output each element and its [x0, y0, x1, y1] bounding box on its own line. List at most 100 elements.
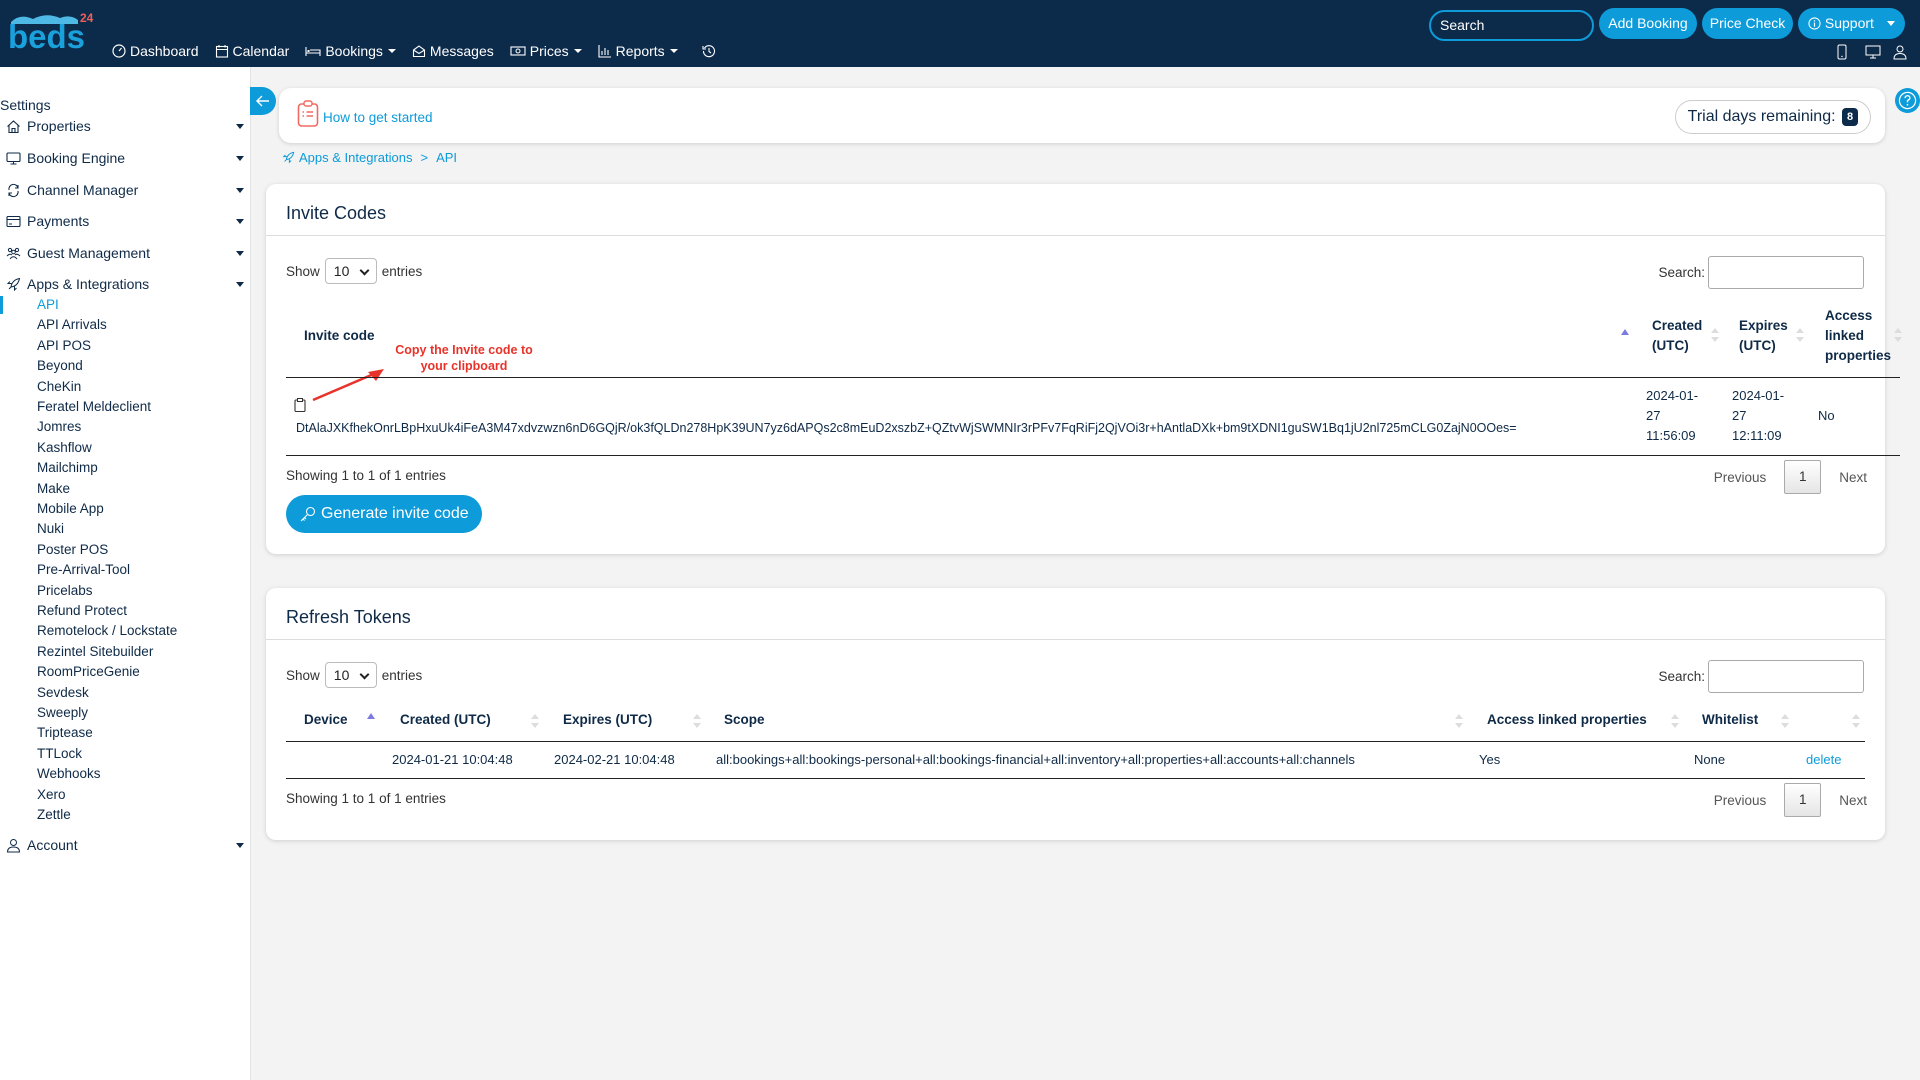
money-icon	[510, 46, 526, 56]
sort-icon[interactable]	[693, 714, 701, 728]
nav-reports[interactable]: Reports	[598, 43, 678, 59]
sort-asc-icon[interactable]	[1621, 329, 1629, 335]
sidebar-subitem-nuki[interactable]: Nuki	[37, 521, 64, 536]
sort-icon[interactable]	[1852, 714, 1860, 728]
card-icon	[6, 215, 21, 227]
sidebar-subitem-poster-pos[interactable]: Poster POS	[37, 542, 108, 557]
support-button[interactable]: Support	[1798, 8, 1905, 39]
col-created[interactable]: Created (UTC)	[1652, 316, 1708, 356]
prev-page-button[interactable]: Previous	[1714, 470, 1767, 485]
col-access-linked[interactable]: Access linked properties	[1487, 710, 1647, 730]
table-search: Search:	[1658, 256, 1864, 289]
nav-dashboard[interactable]: Dashboard	[112, 43, 199, 59]
col-invite-code[interactable]: Invite code	[304, 326, 375, 346]
sidebar-subitem-kashflow[interactable]: Kashflow	[37, 440, 92, 455]
tokens-search-input[interactable]	[1708, 660, 1864, 693]
add-booking-button[interactable]: Add Booking	[1599, 8, 1697, 39]
sort-icon[interactable]	[1671, 714, 1679, 728]
support-dropdown-icon[interactable]	[1887, 21, 1895, 26]
sidebar-subitem-refund-protect[interactable]: Refund Protect	[37, 603, 127, 618]
delete-token-link[interactable]: delete	[1806, 750, 1841, 770]
sidebar-subitem-webhooks[interactable]: Webhooks	[37, 766, 101, 781]
col-expires[interactable]: Expires (UTC)	[563, 710, 652, 730]
desktop-icon[interactable]	[1865, 44, 1881, 60]
token-created: 2024-01-21 10:04:48	[392, 752, 513, 767]
global-search-input[interactable]: Search	[1429, 10, 1594, 41]
sidebar-subitem-triptease[interactable]: Triptease	[37, 725, 93, 740]
copy-clipboard-icon[interactable]	[294, 398, 306, 412]
sidebar-subitem-feratel-meldeclient[interactable]: Feratel Meldeclient	[37, 399, 151, 414]
generate-invite-code-button[interactable]: Generate invite code	[286, 495, 482, 533]
sort-asc-icon[interactable]	[367, 713, 375, 719]
col-device[interactable]: Device	[304, 710, 348, 730]
sidebar-item-booking-engine[interactable]: Booking Engine	[6, 150, 244, 166]
users-icon	[6, 247, 21, 259]
sidebar-subitem-make[interactable]: Make	[37, 481, 70, 496]
sidebar-subitem-pre-arrival-tool[interactable]: Pre-Arrival-Tool	[37, 562, 130, 577]
sidebar-subitem-api-arrivals[interactable]: API Arrivals	[37, 317, 107, 332]
sidebar-subitem-xero[interactable]: Xero	[37, 787, 66, 802]
nav-bookings[interactable]: Bookings	[305, 43, 396, 59]
sort-icon[interactable]	[1781, 714, 1789, 728]
next-page-button[interactable]: Next	[1839, 470, 1867, 485]
sidebar-subitem-sweeply[interactable]: Sweeply	[37, 705, 88, 720]
sidebar-subitem-ttlock[interactable]: TTLock	[37, 746, 82, 761]
sidebar-subitem-chekin[interactable]: CheKin	[37, 379, 81, 394]
sidebar-subitem-api-pos[interactable]: API POS	[37, 338, 91, 353]
how-to-get-started-link[interactable]: How to get started	[323, 110, 433, 125]
page-size-select[interactable]: 10	[324, 662, 377, 688]
col-whitelist[interactable]: Whitelist	[1702, 710, 1758, 730]
mobile-icon[interactable]	[1835, 44, 1849, 60]
search-label: Search:	[1658, 265, 1705, 280]
sort-icon[interactable]	[1711, 328, 1719, 342]
sidebar-subitem-zettle[interactable]: Zettle	[37, 807, 71, 822]
table-bottom-divider	[286, 455, 1900, 456]
page-1-button[interactable]: 1	[1784, 783, 1822, 817]
created-line: 2024-01-	[1646, 388, 1699, 403]
sidebar-subitem-api[interactable]: API	[37, 297, 59, 312]
sidebar-item-account[interactable]: Account	[6, 837, 244, 853]
sort-icon[interactable]	[1455, 714, 1463, 728]
breadcrumb-apps-link[interactable]: Apps & Integrations	[299, 150, 412, 165]
invite-search-input[interactable]	[1708, 256, 1864, 289]
sidebar-item-channel-manager[interactable]: Channel Manager	[6, 182, 244, 198]
sidebar-item-properties[interactable]: Properties	[6, 118, 244, 134]
sidebar-subitem-rezintel-sitebuilder[interactable]: Rezintel Sitebuilder	[37, 644, 153, 659]
sidebar-subitem-remotelock-lockstate[interactable]: Remotelock / Lockstate	[37, 623, 177, 638]
beds24-logo[interactable]: beds 24	[8, 10, 94, 55]
collapse-sidebar-button[interactable]	[250, 87, 276, 115]
col-access-linked[interactable]: Access linked properties	[1825, 306, 1895, 366]
sidebar-item-payments[interactable]: Payments	[6, 213, 244, 229]
history-button[interactable]	[702, 44, 720, 58]
refresh-tokens-title: Refresh Tokens	[266, 588, 1885, 640]
nav-messages[interactable]: Messages	[412, 43, 494, 59]
pagination: Previous 1 Next	[1714, 460, 1867, 494]
sidebar-subitem-jomres[interactable]: Jomres	[37, 419, 81, 434]
next-page-button[interactable]: Next	[1839, 793, 1867, 808]
sort-icon[interactable]	[1796, 328, 1804, 342]
col-created[interactable]: Created (UTC)	[400, 710, 491, 730]
sidebar-subitem-mobile-app[interactable]: Mobile App	[37, 501, 104, 516]
page-size-select[interactable]: 10	[324, 258, 377, 284]
breadcrumb-current[interactable]: API	[436, 150, 457, 165]
rocket-icon	[6, 277, 21, 291]
price-check-button[interactable]: Price Check	[1702, 8, 1793, 39]
sidebar-subitem-pricelabs[interactable]: Pricelabs	[37, 583, 93, 598]
nav-label: Calendar	[232, 43, 290, 59]
prev-page-button[interactable]: Previous	[1714, 793, 1767, 808]
sort-icon[interactable]	[531, 714, 539, 728]
sidebar-subitem-beyond[interactable]: Beyond	[37, 358, 83, 373]
help-button[interactable]	[1895, 88, 1920, 113]
col-scope[interactable]: Scope	[724, 710, 765, 730]
sidebar-subitem-roompricegenie[interactable]: RoomPriceGenie	[37, 664, 140, 679]
user-icon[interactable]	[1893, 44, 1907, 60]
nav-prices[interactable]: Prices	[510, 43, 582, 59]
sidebar-item-apps-integrations[interactable]: Apps & Integrations	[6, 276, 244, 292]
sort-icon[interactable]	[1894, 328, 1902, 342]
nav-calendar[interactable]: Calendar	[215, 43, 290, 59]
sidebar-item-guest-management[interactable]: Guest Management	[6, 245, 244, 261]
sidebar-subitem-sevdesk[interactable]: Sevdesk	[37, 685, 89, 700]
sidebar-subitem-mailchimp[interactable]: Mailchimp	[37, 460, 98, 475]
col-expires[interactable]: Expires (UTC)	[1739, 316, 1795, 356]
page-1-button[interactable]: 1	[1784, 460, 1822, 494]
